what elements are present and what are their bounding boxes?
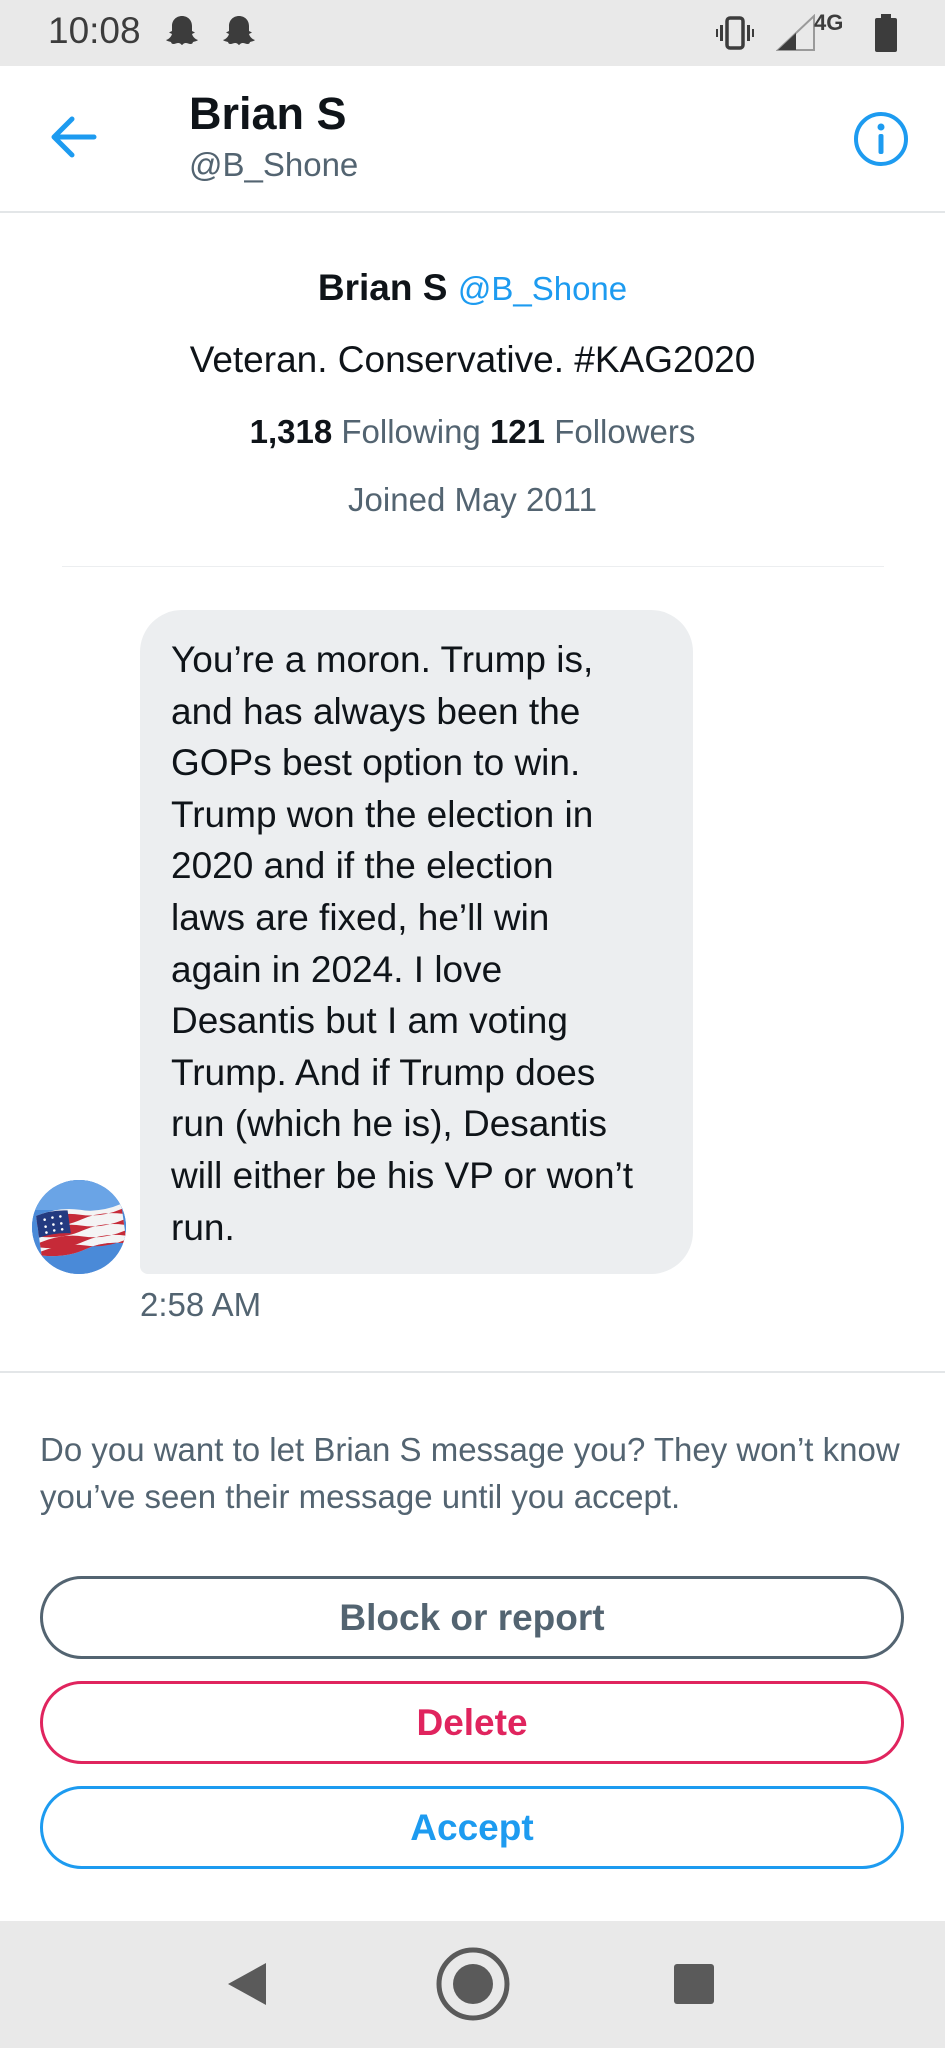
profile-stats: 1,318 Following 121 Followers bbox=[0, 413, 945, 451]
divider bbox=[0, 1371, 945, 1373]
network-type-label: 4G bbox=[814, 10, 844, 35]
arrow-left-icon bbox=[51, 116, 97, 158]
profile-bio: Veteran. Conservative. #KAG2020 bbox=[189, 339, 756, 380]
message-line: Trump won the election in bbox=[171, 793, 594, 835]
recents-square-icon[interactable] bbox=[673, 1963, 715, 2005]
accept-button[interactable]: Accept bbox=[40, 1786, 904, 1869]
profile-handle[interactable]: @B_Shone bbox=[458, 270, 627, 307]
message-line: laws are fixed, he’ll win bbox=[171, 896, 550, 938]
message-text: You’re a moron. Trump is, and has always… bbox=[171, 634, 663, 1253]
info-icon bbox=[854, 112, 908, 166]
following-label: Following bbox=[341, 413, 481, 450]
message-line: 2020 and if the election bbox=[171, 845, 554, 887]
divider bbox=[62, 566, 884, 567]
profile-name: Brian S bbox=[317, 267, 448, 308]
message-line: Trump. And if Trump does bbox=[171, 1051, 596, 1093]
battery-icon bbox=[874, 14, 898, 52]
message-line: Desantis but I am voting bbox=[171, 1000, 568, 1042]
message-line: and has always been the bbox=[171, 690, 581, 732]
message-line: GOPs best option to win. bbox=[171, 742, 581, 784]
message-request-prompt: Do you want to let Brian S message you? … bbox=[40, 1431, 900, 1515]
american-flag-avatar bbox=[32, 1180, 126, 1274]
profile-summary[interactable]: Brian S @B_Shone Veteran. Conservative. … bbox=[0, 213, 945, 567]
status-time: 10:08 bbox=[48, 10, 141, 51]
back-button[interactable] bbox=[44, 108, 102, 166]
message-timestamp: 2:58 AM bbox=[140, 1286, 262, 1323]
message-line: again in 2024. I love bbox=[171, 948, 503, 990]
system-nav-bar bbox=[0, 1921, 945, 2048]
home-circle-icon[interactable] bbox=[435, 1946, 511, 2022]
message-line: run. bbox=[171, 1206, 235, 1248]
followers-label: Followers bbox=[554, 413, 696, 450]
signal-icon bbox=[776, 14, 816, 52]
vibrate-icon bbox=[716, 16, 754, 50]
info-button[interactable] bbox=[852, 110, 910, 168]
profile-name-row: Brian S @B_Shone bbox=[0, 267, 945, 309]
conversation-header: Brian S @B_Shone bbox=[0, 66, 945, 213]
message-line: You’re a moron. Trump is, bbox=[171, 639, 594, 680]
header-name: Brian S bbox=[189, 88, 347, 139]
delete-button[interactable]: Delete bbox=[40, 1681, 904, 1764]
message-bubble[interactable]: You’re a moron. Trump is, and has always… bbox=[140, 610, 693, 1274]
sender-avatar[interactable] bbox=[32, 1180, 126, 1274]
message-line: run (which he is), Desantis bbox=[171, 1103, 607, 1145]
snapchat-ghost-icon bbox=[162, 12, 202, 52]
back-triangle-icon[interactable] bbox=[226, 1961, 268, 2007]
followers-count: 121 bbox=[489, 413, 546, 450]
profile-joined: Joined May 2011 bbox=[348, 481, 597, 518]
header-handle: @B_Shone bbox=[189, 146, 359, 183]
message-line: will either be his VP or won’t bbox=[171, 1154, 634, 1196]
status-bar: 10:08 4G bbox=[0, 0, 945, 66]
block-or-report-button[interactable]: Block or report bbox=[40, 1576, 904, 1659]
snapchat-ghost-icon bbox=[219, 12, 259, 52]
following-count: 1,318 bbox=[249, 413, 333, 450]
